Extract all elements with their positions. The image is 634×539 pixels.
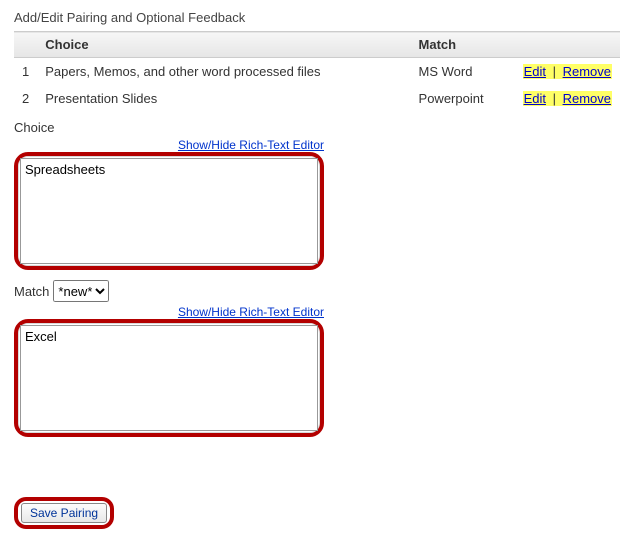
row-choice: Papers, Memos, and other word processed … [37,58,410,86]
header-choice: Choice [37,32,410,58]
table-row: 2 Presentation Slides Powerpoint Edit | … [14,85,620,112]
row-number: 1 [14,58,37,86]
row-match: Powerpoint [411,85,511,112]
row-choice: Presentation Slides [37,85,410,112]
save-highlight-box: Save Pairing [14,497,114,529]
row-number: 2 [14,85,37,112]
action-separator: | [547,64,562,79]
choice-label: Choice [14,120,620,135]
edit-link[interactable]: Edit [523,91,547,106]
rte-toggle-link[interactable]: Show/Hide Rich-Text Editor [178,138,324,152]
header-match: Match [411,32,511,58]
choice-textarea[interactable] [20,158,318,264]
rte-toggle-link[interactable]: Show/Hide Rich-Text Editor [178,305,324,319]
table-row: 1 Papers, Memos, and other word processe… [14,58,620,86]
remove-link[interactable]: Remove [562,64,612,79]
match-select[interactable]: *new* [53,280,109,302]
save-pairing-button[interactable]: Save Pairing [21,503,107,523]
match-label: Match [14,284,49,299]
match-highlight-box [14,319,324,437]
row-match: MS Word [411,58,511,86]
remove-link[interactable]: Remove [562,91,612,106]
action-separator: | [547,91,562,106]
choice-highlight-box [14,152,324,270]
page-title: Add/Edit Pairing and Optional Feedback [14,10,620,25]
match-textarea[interactable] [20,325,318,431]
header-actions [510,32,620,58]
header-num [14,32,37,58]
pairings-table: Choice Match 1 Papers, Memos, and other … [14,31,620,112]
edit-link[interactable]: Edit [523,64,547,79]
